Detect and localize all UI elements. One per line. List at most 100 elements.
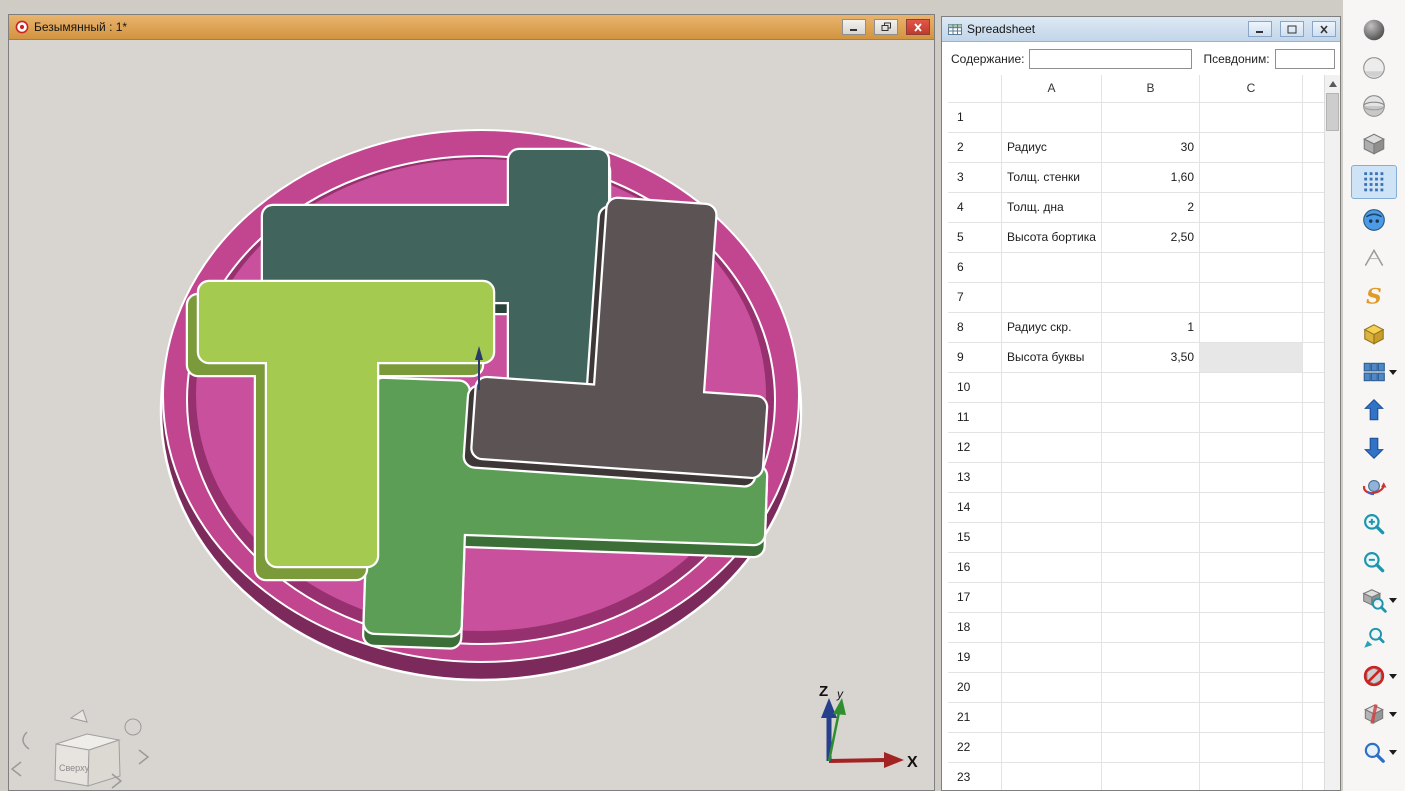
spreadsheet-maximize-button[interactable] [1280,21,1304,37]
cell-B23[interactable] [1102,763,1200,790]
cell-A23[interactable] [1002,763,1102,790]
dropdown-caret[interactable] [1389,674,1397,679]
column-header-A[interactable]: A [1002,75,1102,103]
restore-button[interactable] [874,19,898,35]
cell-C15[interactable] [1200,523,1303,553]
toolbar-flat-sphere[interactable] [1351,51,1397,85]
toolbar-grid-view[interactable] [1351,165,1397,199]
alias-input[interactable] [1274,48,1335,69]
toolbar-isometric-arc[interactable] [1351,241,1397,275]
cell-A19[interactable] [1002,643,1102,673]
cell-C11[interactable] [1200,403,1303,433]
row-header-8[interactable]: 8 [948,313,1002,343]
corner-header[interactable] [948,75,1002,103]
cell-B1[interactable] [1102,103,1200,133]
cell-A22[interactable] [1002,733,1102,763]
scroll-up-button[interactable] [1325,75,1340,92]
cell-A10[interactable] [1002,373,1102,403]
toolbar-zoom-out[interactable] [1351,545,1397,579]
dropdown-caret[interactable] [1389,750,1397,755]
cell-B6[interactable] [1102,253,1200,283]
close-button[interactable] [906,19,930,35]
cell-C5[interactable] [1200,223,1303,253]
cell-B9[interactable]: 3,50 [1102,343,1200,373]
toolbar-zoom-selection[interactable] [1351,621,1397,655]
row-header-11[interactable]: 11 [948,403,1002,433]
cell-A16[interactable] [1002,553,1102,583]
spreadsheet-minimize-button[interactable] [1248,21,1272,37]
toolbar-rotate-view[interactable] [1351,469,1397,503]
3d-viewport[interactable]: Сверху X Z y [9,40,934,790]
cell-A7[interactable] [1002,283,1102,313]
cell-C10[interactable] [1200,373,1303,403]
cell-A4[interactable]: Толщ. дна [1002,193,1102,223]
row-header-5[interactable]: 5 [948,223,1002,253]
toolbar-part-box[interactable] [1351,317,1397,351]
toolbar-shaded-sphere[interactable] [1351,13,1397,47]
spreadsheet-titlebar[interactable]: Spreadsheet [942,17,1340,42]
cell-B5[interactable]: 2,50 [1102,223,1200,253]
cell-C13[interactable] [1200,463,1303,493]
dropdown-caret[interactable] [1389,370,1397,375]
row-header-10[interactable]: 10 [948,373,1002,403]
cell-B7[interactable] [1102,283,1200,313]
row-header-14[interactable]: 14 [948,493,1002,523]
toolbar-move-down[interactable] [1351,431,1397,465]
dropdown-caret[interactable] [1389,598,1397,603]
cell-C6[interactable] [1200,253,1303,283]
cell-B4[interactable]: 2 [1102,193,1200,223]
cell-A3[interactable]: Толщ. стенки [1002,163,1102,193]
spreadsheet-close-button[interactable] [1312,21,1336,37]
cell-B20[interactable] [1102,673,1200,703]
minimize-button[interactable] [842,19,866,35]
toolbar-navigation-ball[interactable] [1351,203,1397,237]
cell-B10[interactable] [1102,373,1200,403]
toolbar-clipping-box[interactable] [1351,697,1397,731]
cell-B19[interactable] [1102,643,1200,673]
row-header-12[interactable]: 12 [948,433,1002,463]
row-header-2[interactable]: 2 [948,133,1002,163]
column-header-C[interactable]: C [1200,75,1303,103]
cell-B2[interactable]: 30 [1102,133,1200,163]
scrollbar-thumb[interactable] [1326,93,1339,131]
dropdown-caret[interactable] [1389,712,1397,717]
toolbar-zoom-in[interactable] [1351,507,1397,541]
toolbar-stop-block[interactable] [1351,659,1397,693]
cell-A11[interactable] [1002,403,1102,433]
row-header-6[interactable]: 6 [948,253,1002,283]
cell-A9[interactable]: Высота буквы [1002,343,1102,373]
cell-A8[interactable]: Радиус скр. [1002,313,1102,343]
toolbar-array-grid[interactable] [1351,355,1397,389]
cell-C12[interactable] [1200,433,1303,463]
cell-B3[interactable]: 1,60 [1102,163,1200,193]
cell-B17[interactable] [1102,583,1200,613]
cell-C9[interactable] [1200,343,1303,373]
row-header-7[interactable]: 7 [948,283,1002,313]
cell-A21[interactable] [1002,703,1102,733]
cell-B12[interactable] [1102,433,1200,463]
cell-B16[interactable] [1102,553,1200,583]
toolbar-zoom-tool[interactable] [1351,735,1397,769]
vertical-scrollbar[interactable] [1324,75,1340,790]
row-header-15[interactable]: 15 [948,523,1002,553]
toolbar-sketch-s[interactable]: S [1351,279,1397,313]
cell-C1[interactable] [1200,103,1303,133]
row-header-20[interactable]: 20 [948,673,1002,703]
cell-A15[interactable] [1002,523,1102,553]
cell-A14[interactable] [1002,493,1102,523]
cell-B18[interactable] [1102,613,1200,643]
cell-B22[interactable] [1102,733,1200,763]
row-header-22[interactable]: 22 [948,733,1002,763]
cell-B13[interactable] [1102,463,1200,493]
cell-A2[interactable]: Радиус [1002,133,1102,163]
row-header-3[interactable]: 3 [948,163,1002,193]
row-header-16[interactable]: 16 [948,553,1002,583]
cell-B8[interactable]: 1 [1102,313,1200,343]
cell-C23[interactable] [1200,763,1303,790]
cell-A17[interactable] [1002,583,1102,613]
row-header-13[interactable]: 13 [948,463,1002,493]
toolbar-zoom-fit[interactable] [1351,583,1397,617]
cell-C18[interactable] [1200,613,1303,643]
cell-C3[interactable] [1200,163,1303,193]
row-header-9[interactable]: 9 [948,343,1002,373]
